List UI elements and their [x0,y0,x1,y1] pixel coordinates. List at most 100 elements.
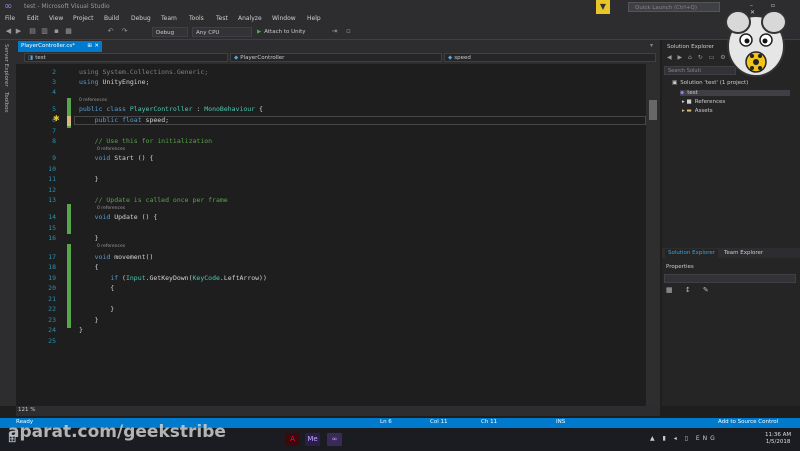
line-number: 9 [52,154,56,162]
class-nav-label: PlayerController [240,55,285,61]
toolbox-tab[interactable]: Toolbox [3,92,9,113]
media-encoder-icon[interactable]: Me [305,433,320,446]
save-all-icon[interactable]: ▦ [64,27,73,36]
properties-toolbar[interactable]: ▦ ↕ ✎ [666,286,714,294]
solution-config-select[interactable]: Debug [152,27,188,37]
add-to-source-control-button[interactable]: Add to Source Control [718,419,778,425]
line-number: 18 [48,263,56,271]
tab-overflow-icon[interactable]: ▾ [650,42,653,49]
tree-item-label: test [687,90,698,96]
code-line-19[interactable]: if (Input.GetKeyDown(KeyCode.LeftArrow)) [79,274,267,282]
menu-analyze[interactable]: Analyze [238,15,262,22]
editor-bottom-bar [16,406,660,416]
platform-select[interactable]: Any CPU [192,27,252,37]
code-line-23[interactable]: } [79,316,99,324]
menu-help[interactable]: Help [307,15,321,22]
properties-object-select[interactable] [664,274,796,283]
attach-to-unity-button[interactable]: ▶ Attach to Unity [257,27,306,37]
save-icon[interactable]: ▪ [52,27,61,36]
pin-icon[interactable]: ⊞ [87,41,92,52]
csharp-project-icon: ◆ [680,90,685,96]
line-number: 13 [48,196,56,204]
change-marker [67,244,71,328]
close-icon[interactable]: ✕ [94,41,99,52]
zoom-level[interactable]: 121 % [18,407,35,413]
redo-icon[interactable]: ↷ [120,27,129,36]
attach-label: Attach to Unity [264,29,306,35]
code-line-22[interactable]: } [79,305,114,313]
left-tool-strip: Server Explorer Toolbox [0,40,16,406]
tray-icons: ▲ ▮ ◂ ▯ [650,435,696,442]
menu-build[interactable]: Build [104,15,119,22]
menu-window[interactable]: Window [272,15,296,22]
code-line-16[interactable]: } [79,234,99,242]
menu-project[interactable]: Project [73,15,94,22]
references-icon: ▸ ■ [682,99,692,105]
project-nav-select[interactable]: ◨ test [24,53,228,62]
menu-tools[interactable]: Tools [189,15,204,22]
document-tab-playercontroller[interactable]: PlayerController.cs* ⊞ ✕ [18,41,102,52]
tab-solution-explorer[interactable]: Solution Explorer [665,249,719,258]
adobe-app-icon[interactable]: A [285,433,300,446]
menu-file[interactable]: File [5,15,15,22]
step-icon[interactable]: ⇥ [330,27,339,36]
system-tray[interactable]: ▲ ▮ ◂ ▯ ENG [650,435,718,442]
code-line-13[interactable]: // Update is called once per frame [79,196,228,204]
member-nav-select[interactable]: ◆ speed [444,53,656,62]
undo-icon[interactable]: ↶ [106,27,115,36]
code-line-20[interactable]: { [79,284,114,292]
codelens-references[interactable]: 0 references [97,206,125,211]
line-number: 6 [52,116,56,124]
visual-studio-task-icon[interactable]: ∞ [327,433,342,446]
code-line-18[interactable]: { [79,263,99,271]
open-file-icon[interactable]: ▥ [40,27,49,36]
channel-mascot-logo [725,10,787,77]
tree-item-assets[interactable]: ▸ ▬ Assets [682,108,713,114]
scrollbar-thumb[interactable] [649,100,657,120]
server-explorer-tab[interactable]: Server Explorer [3,44,9,87]
feedback-filter-icon[interactable]: ▼ [596,0,610,14]
line-number: 24 [48,326,56,334]
lightbulb-icon[interactable]: ✱ [53,114,62,125]
tree-item-references[interactable]: ▸ ■ References [682,99,725,105]
properties-title: Properties [666,264,694,270]
quick-launch-input[interactable]: Quick Launch (Ctrl+Q) [628,2,720,12]
tree-item-label: References [694,99,726,105]
back-icon[interactable]: ◀ [4,27,13,36]
codelens-references[interactable]: 0 references [97,147,125,152]
code-line-24[interactable]: } [79,326,83,334]
line-number: 16 [48,234,56,242]
code-line-9[interactable]: void Start () { [79,154,154,162]
code-line-2[interactable]: using System.Collections.Generic; [79,68,208,76]
menu-test[interactable]: Test [216,15,228,22]
menu-debug[interactable]: Debug [131,15,151,22]
bookmark-icon[interactable]: ▫ [344,27,353,36]
code-line-14[interactable]: void Update () { [79,213,158,221]
watermark-text: aparat.com/geekstribe [8,422,226,442]
change-marker [67,116,71,126]
code-line-17[interactable]: void movement() [79,253,154,261]
new-project-icon[interactable]: ▤ [28,27,37,36]
code-line-8[interactable]: // Use this for initialization [79,137,212,145]
class-nav-select[interactable]: ◆ PlayerController [230,53,442,62]
tree-item-project[interactable]: ◆ test [680,90,790,96]
menu-team[interactable]: Team [161,15,177,22]
taskbar-clock[interactable]: 11:36 AM 1/5/2018 [765,432,791,446]
code-line-3[interactable]: using UnityEngine; [79,78,149,86]
visual-studio-logo-icon: ∞ [4,1,13,12]
code-line-11[interactable]: } [79,175,99,183]
line-number: 12 [48,186,56,194]
document-tab-label: PlayerController.cs* [21,43,76,49]
line-number: 2 [52,68,56,76]
menu-view[interactable]: View [49,15,63,22]
codelens-references[interactable]: 0 references [79,98,107,103]
menu-edit[interactable]: Edit [27,15,39,22]
forward-icon[interactable]: ▶ [14,27,23,36]
code-line-5[interactable]: public class PlayerController : MonoBeha… [79,105,263,113]
line-number: 14 [48,213,56,221]
line-number: 20 [48,284,56,292]
clock-time: 11:36 AM [765,432,792,438]
codelens-references[interactable]: 0 references [97,244,125,249]
line-number: 22 [48,305,56,313]
tab-team-explorer[interactable]: Team Explorer [721,249,766,258]
